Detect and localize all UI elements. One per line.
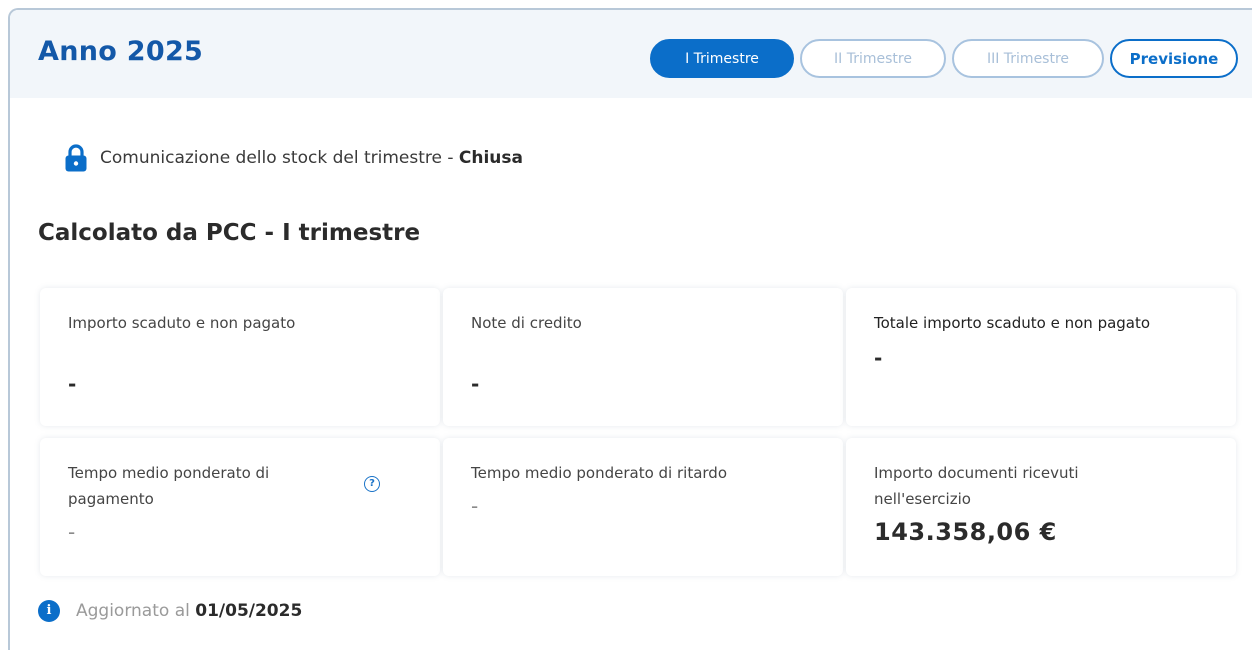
lock-icon (65, 144, 87, 172)
communication-status-value: Chiusa (458, 148, 523, 168)
communication-status: Comunicazione dello stock del trimestre … (64, 143, 523, 173)
card-value: - (874, 346, 883, 370)
updated-date: 01/05/2025 (195, 601, 303, 621)
card-label: Tempo medio ponderato di pagamento (68, 464, 270, 508)
card-totale-scaduto: Totale importo scaduto e non pagato - (846, 288, 1236, 426)
metrics-grid: Importo scaduto e non pagato - Note di c… (40, 288, 1236, 590)
panel-header: Anno 2025 I Trimestre II Trimestre III T… (10, 10, 1252, 98)
card-importo-scaduto: Importo scaduto e non pagato - (40, 288, 440, 426)
quarter-tabs: I Trimestre II Trimestre III Trimestre P… (650, 39, 1238, 78)
card-value: - (471, 372, 480, 396)
card-label: Importo documenti ricevuti nell'esercizi… (874, 464, 1079, 508)
card-value: - (471, 494, 479, 518)
last-updated: i Aggiornato al 01/05/2025 (38, 600, 302, 622)
year-panel: Anno 2025 I Trimestre II Trimestre III T… (8, 8, 1252, 650)
card-value: - (68, 372, 77, 396)
card-value: - (68, 520, 76, 544)
card-note-credito: Note di credito - (443, 288, 843, 426)
help-icon[interactable]: ? (364, 476, 380, 492)
tab-trimestre-2[interactable]: II Trimestre (800, 39, 946, 78)
card-label: Note di credito (471, 314, 582, 332)
card-value: 143.358,06 € (874, 518, 1057, 546)
info-icon: i (38, 600, 60, 622)
communication-text: Comunicazione dello stock del trimestre … (100, 148, 454, 168)
updated-text: Aggiornato al (76, 601, 190, 621)
card-label: Importo scaduto e non pagato (68, 314, 296, 332)
card-label: Tempo medio ponderato di ritardo (471, 464, 728, 482)
card-importo-documenti: Importo documenti ricevuti nell'esercizi… (846, 438, 1236, 576)
card-tempo-ritardo: Tempo medio ponderato di ritardo - (443, 438, 843, 576)
year-title: Anno 2025 (38, 36, 204, 67)
section-title: Calcolato da PCC - I trimestre (38, 220, 421, 246)
tab-trimestre-1[interactable]: I Trimestre (650, 39, 794, 78)
card-label: Totale importo scaduto e non pagato (874, 314, 1151, 332)
tab-trimestre-3[interactable]: III Trimestre (952, 39, 1104, 78)
tab-previsione[interactable]: Previsione (1110, 39, 1238, 78)
card-tempo-pagamento: Tempo medio ponderato di pagamento ? - (40, 438, 440, 576)
